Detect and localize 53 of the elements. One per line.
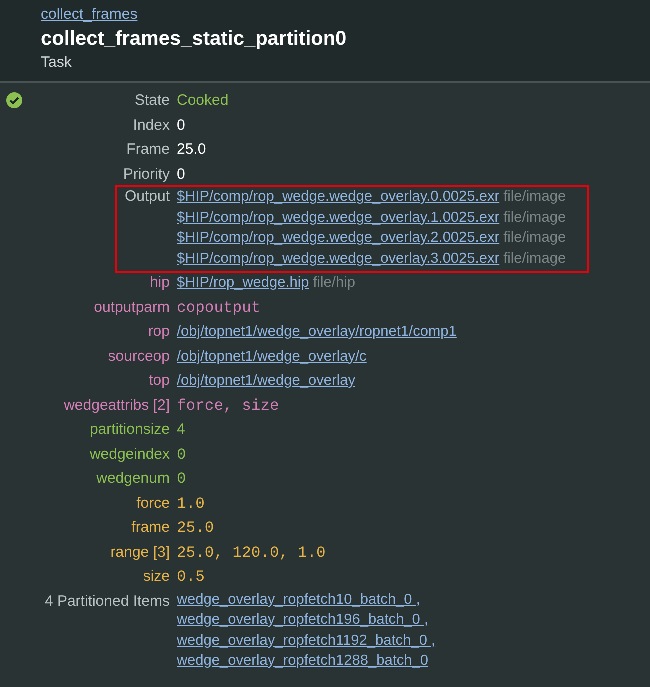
property-label: sourceop — [108, 346, 170, 366]
property-value: 1.0 — [177, 494, 206, 514]
property-value: 0 — [177, 469, 188, 490]
file-type: file/image — [504, 230, 566, 246]
property-value: 25.0, 120.0, 1.0 — [177, 542, 327, 564]
property-label: wedgeindex — [90, 444, 170, 464]
property-label: State — [134, 91, 170, 111]
property-label: partitionsize — [90, 420, 170, 440]
property-value: 25.0 — [177, 518, 216, 539]
path-link[interactable]: wedge_overlay_ropfetch196_batch_0 , — [177, 610, 650, 630]
path-link[interactable]: wedge_overlay_ropfetch1192_batch_0 , — [177, 630, 650, 651]
property-value: 25.0 — [177, 140, 208, 160]
property-value: 0 — [177, 444, 188, 466]
property-label: wedgeattribs [2] — [64, 396, 170, 416]
check-icon — [6, 92, 23, 109]
file-link[interactable]: $HIP/comp/rop_wedge.wedge_overlay.2.0025.exr — [177, 230, 500, 246]
file-link[interactable]: $HIP/rop_wedge.hip — [177, 275, 310, 291]
path-link[interactable]: /obj/topnet1/wedge_overlay/ropnet1/comp1 — [177, 320, 650, 344]
property-label: wedgenum — [96, 469, 170, 489]
property-label: Priority — [123, 164, 170, 184]
property-value: 4 — [177, 420, 186, 440]
property-label: Frame — [126, 140, 170, 160]
file-type: file/image — [504, 250, 566, 266]
property-label: 4 Partitioned Items — [44, 592, 170, 612]
file-type: file/hip — [313, 275, 356, 291]
path-link[interactable]: wedge_overlay_ropfetch1288_batch_0 — [177, 651, 650, 672]
state-value: Cooked — [177, 91, 230, 111]
file-type: file/image — [504, 189, 566, 205]
property-value: force, size — [177, 396, 280, 416]
property-label: frame — [132, 518, 170, 538]
file-link[interactable]: $HIP/comp/rop_wedge.wedge_overlay.1.0025.exr — [177, 210, 500, 226]
path-link[interactable]: /obj/topnet1/wedge_overlay — [177, 369, 650, 394]
task-title: collect_frames_static_partition0 — [41, 28, 347, 51]
task-type: Task — [41, 54, 72, 71]
property-label: outputparm — [94, 298, 170, 318]
file-link[interactable]: $HIP/comp/rop_wedge.wedge_overlay.0.0025.exr — [177, 189, 500, 205]
property-label: hip — [150, 273, 170, 293]
property-label: top — [149, 371, 170, 391]
property-value: copoutput — [177, 298, 262, 318]
property-label: Index — [133, 116, 170, 136]
parent-task-link[interactable]: collect_frames — [41, 6, 138, 23]
property-label: range [3] — [110, 542, 170, 562]
property-value: 0 — [177, 116, 186, 136]
path-link[interactable]: wedge_overlay_ropfetch10_batch_0 , — [177, 590, 650, 610]
file-link[interactable]: $HIP/comp/rop_wedge.wedge_overlay.3.0025.exr — [177, 250, 500, 266]
property-label: force — [136, 494, 170, 514]
property-label: Output — [124, 187, 170, 207]
file-type: file/image — [504, 210, 566, 226]
path-link[interactable]: /obj/topnet1/wedge_overlay/c — [177, 344, 650, 369]
property-value: 0 — [177, 164, 186, 184]
property-value: 0.5 — [177, 567, 206, 588]
property-label: size — [143, 567, 170, 587]
property-label: rop — [148, 322, 170, 342]
